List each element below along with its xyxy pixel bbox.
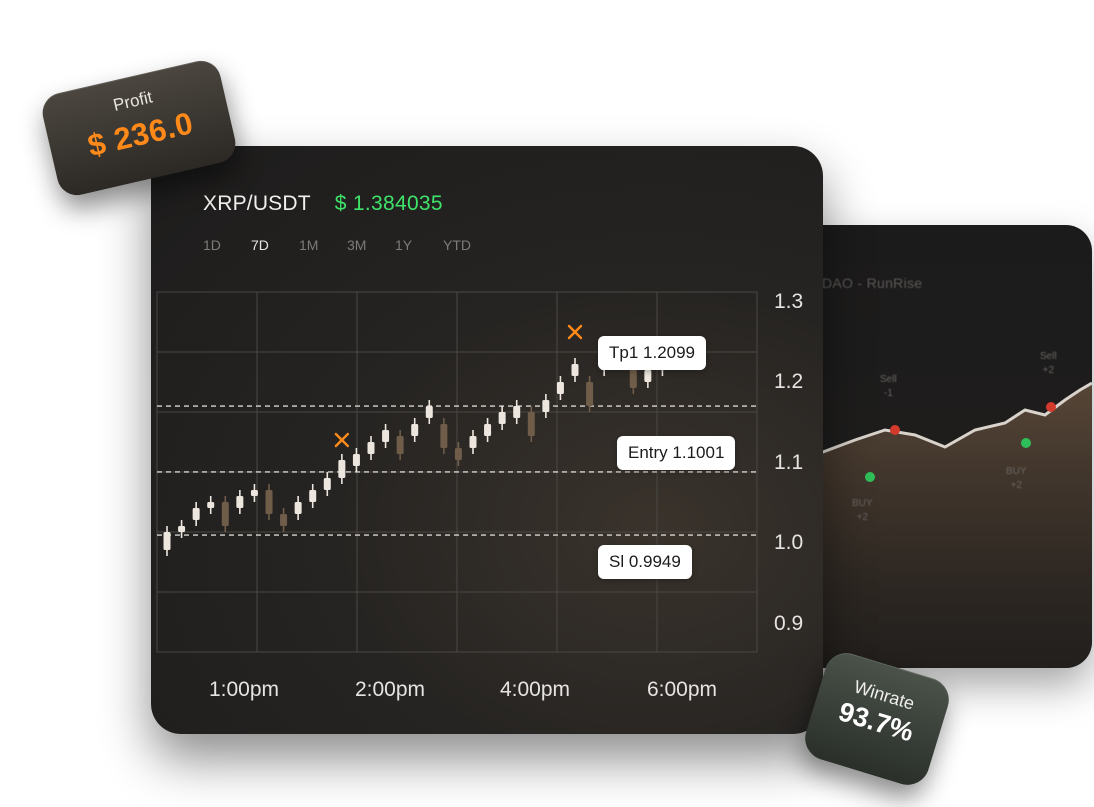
y-tick-label: 1.1 bbox=[774, 451, 804, 474]
y-tick-label: 1.0 bbox=[774, 531, 804, 554]
candle-body bbox=[294, 502, 302, 514]
take-profit-tag: Tp1 1.2099 bbox=[598, 336, 707, 370]
price-chart-card: XRP/USDT $ 1.384035 1D 7D 1M 3M 1Y YTD 1… bbox=[151, 146, 823, 734]
candle-body bbox=[454, 448, 462, 460]
candle-body bbox=[513, 406, 521, 418]
y-tick-label: 1.2 bbox=[774, 370, 804, 393]
candle-body bbox=[352, 454, 360, 466]
buy-signal-dot bbox=[865, 472, 875, 482]
x-tick-label: 2:00pm bbox=[354, 678, 426, 701]
y-tick-label: 0.9 bbox=[774, 612, 804, 635]
candle-body bbox=[396, 436, 404, 454]
candle-body bbox=[250, 490, 258, 496]
stop-loss-tag: Sl 0.9949 bbox=[598, 545, 692, 579]
candle-body bbox=[309, 490, 317, 502]
candle-body bbox=[163, 532, 171, 550]
candle-body bbox=[425, 406, 433, 418]
signal-label: Sell -1 bbox=[880, 374, 897, 399]
signal-label: Sell +2 bbox=[1040, 351, 1057, 376]
candle-body bbox=[469, 436, 477, 448]
candle-body bbox=[192, 508, 200, 520]
candle-body bbox=[280, 514, 288, 526]
candle-body bbox=[644, 370, 652, 382]
x-tick-label: 1:00pm bbox=[208, 678, 280, 701]
buy-signal-dot bbox=[1021, 438, 1031, 448]
candle-body bbox=[542, 400, 550, 412]
candle-body bbox=[586, 382, 594, 406]
candle-body bbox=[498, 412, 506, 424]
candle-body bbox=[207, 502, 215, 508]
signal-label: BUY +2 bbox=[852, 498, 873, 523]
x-tick-label: 4:00pm bbox=[499, 678, 571, 701]
candle-body bbox=[440, 424, 448, 448]
candle-body bbox=[571, 364, 579, 376]
trade-marker-icon bbox=[567, 324, 583, 340]
sell-signal-dot bbox=[1046, 402, 1056, 412]
entry-tag: Entry 1.1001 bbox=[617, 436, 736, 470]
promo-stage: DAO - RunRise Sell -1 BUY +2 BUY +2 Sell… bbox=[0, 0, 1094, 807]
candle-body bbox=[367, 442, 375, 454]
candle-body bbox=[236, 496, 244, 508]
candle-body bbox=[527, 412, 535, 436]
sell-signal-dot bbox=[890, 425, 900, 435]
candle-body bbox=[221, 502, 229, 526]
candle-body bbox=[338, 460, 346, 478]
signal-label: BUY +2 bbox=[1006, 466, 1027, 491]
candle-body bbox=[411, 424, 419, 436]
y-tick-label: 1.3 bbox=[774, 290, 804, 313]
candle-body bbox=[382, 430, 390, 442]
candle-body bbox=[556, 382, 564, 394]
trade-marker-icon bbox=[334, 432, 350, 448]
candle-body bbox=[265, 490, 273, 514]
candle-body bbox=[484, 424, 492, 436]
candle-body bbox=[178, 526, 186, 532]
candle-body bbox=[323, 478, 331, 490]
x-tick-label: 6:00pm bbox=[646, 678, 718, 701]
